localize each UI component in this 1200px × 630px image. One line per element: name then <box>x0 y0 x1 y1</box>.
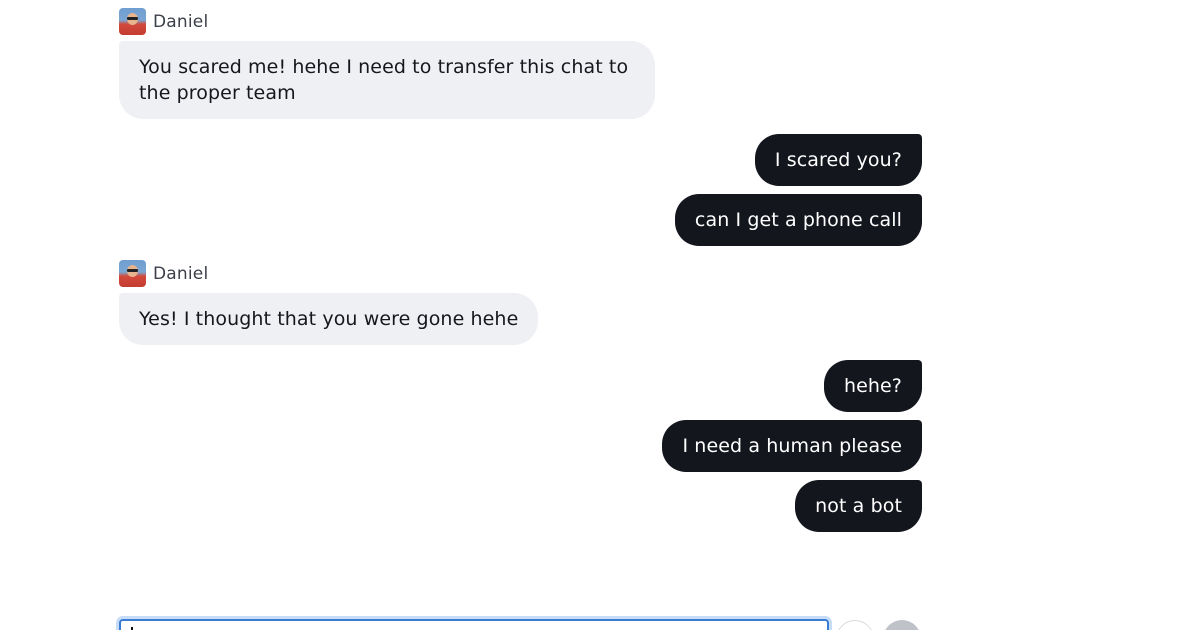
agent-avatar <box>119 8 146 35</box>
user-message: hehe? <box>823 360 922 412</box>
user-message: can I get a phone call <box>674 194 922 246</box>
message-composer[interactable] <box>119 619 829 630</box>
agent-header: Daniel <box>119 260 208 287</box>
smiley-icon[interactable] <box>836 620 874 630</box>
user-message: not a bot <box>795 480 922 532</box>
send-icon[interactable] <box>883 620 921 630</box>
agent-name: Daniel <box>153 11 209 32</box>
agent-message: Yes! I thought that you were gone hehe <box>119 293 539 345</box>
user-message: I need a human please <box>662 420 922 472</box>
chat-window: Daniel You scared me! hehe I need to tra… <box>0 0 1200 630</box>
agent-message: You scared me! hehe I need to transfer t… <box>119 41 655 119</box>
user-message: I scared you? <box>754 134 922 186</box>
message-input[interactable] <box>121 621 827 630</box>
agent-name: Daniel <box>153 263 209 284</box>
avatar-glasses <box>127 17 138 20</box>
avatar-glasses <box>127 269 138 272</box>
agent-header: Daniel <box>119 8 208 35</box>
agent-avatar <box>119 260 146 287</box>
